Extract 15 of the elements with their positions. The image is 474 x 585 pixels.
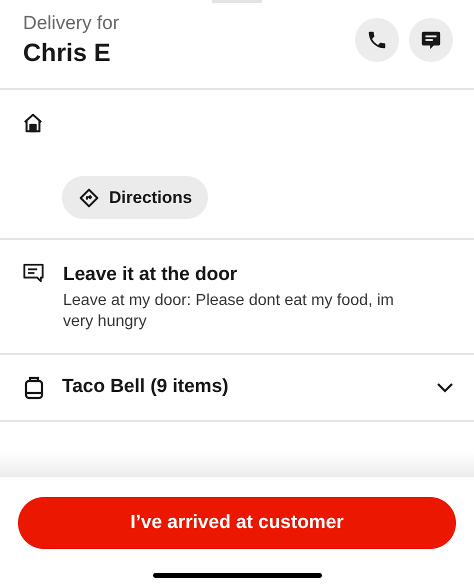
instruction-note: Leave at my door: Please dont eat my food, im very hungry: [63, 291, 395, 332]
home-icon: [22, 112, 44, 134]
delivery-label: Delivery for: [23, 12, 120, 36]
customer-name: Chris E: [23, 38, 112, 69]
phone-icon: [366, 29, 388, 51]
instruction-title: Leave it at the door: [63, 263, 238, 287]
arrived-button[interactable]: I’ve arrived at customer: [18, 497, 456, 549]
message-button[interactable]: [409, 18, 453, 62]
order-row[interactable]: Taco Bell (9 items): [0, 355, 474, 422]
directions-button[interactable]: Directions: [62, 176, 208, 219]
chat-icon: [420, 29, 442, 51]
directions-icon: [79, 188, 99, 208]
call-button[interactable]: [355, 18, 399, 62]
message-icon: [22, 262, 45, 284]
bag-icon: [24, 376, 44, 400]
